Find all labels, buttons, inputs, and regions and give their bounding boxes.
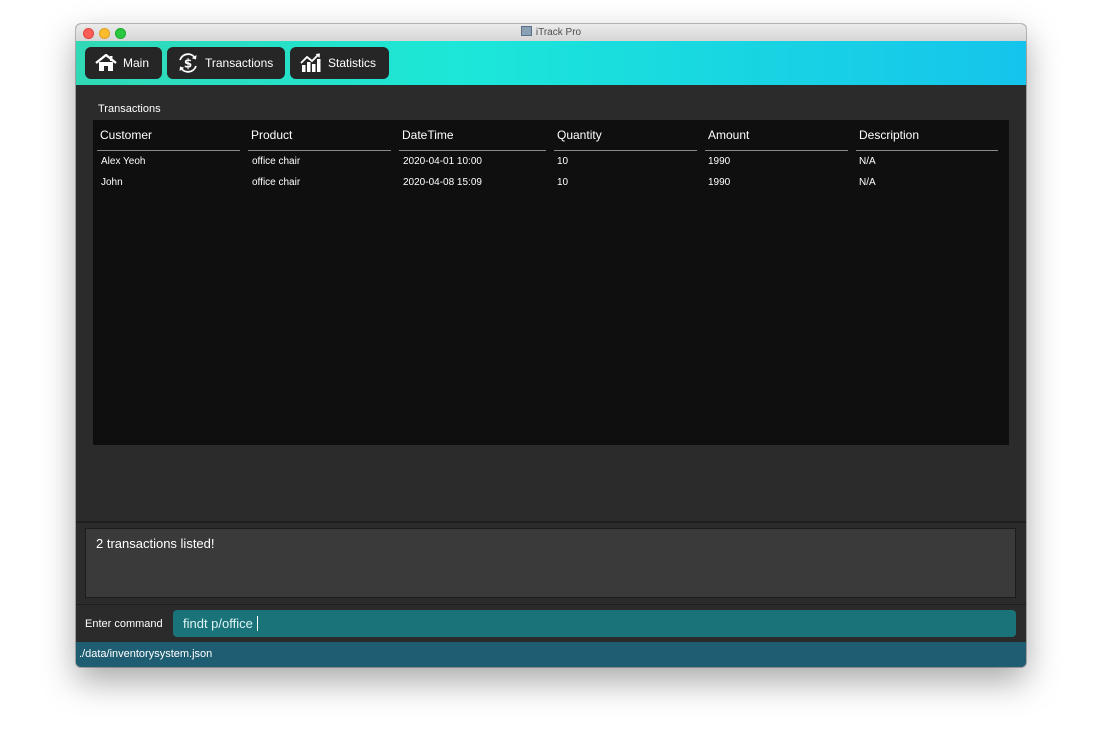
tab-main[interactable]: Main [85,47,162,79]
bar-chart-icon [300,53,321,72]
window-title: iTrack Pro [76,26,1026,39]
cell-description: N/A [859,156,876,167]
home-icon [95,54,117,71]
column-header-description[interactable]: Description [856,128,998,151]
cell-quantity: 10 [557,156,569,167]
command-bar: Enter command [76,604,1026,643]
panel-divider[interactable] [76,521,1026,523]
result-display: 2 transactions listed! [85,528,1016,598]
cell-amount: 1990 [708,156,731,167]
status-bar: ./data/inventorysystem.json [76,642,1026,667]
cell-datetime: 2020-04-01 10:00 [403,156,482,167]
cell-customer: John [101,177,123,188]
result-message: 2 transactions listed! [96,536,215,551]
column-header-quantity[interactable]: Quantity [554,128,697,151]
column-header-datetime[interactable]: DateTime [399,128,546,151]
cell-amount: 1990 [708,177,731,188]
svg-text:$: $ [184,57,192,71]
tab-transactions-label: Transactions [205,56,274,70]
column-header-product[interactable]: Product [248,128,391,151]
cell-quantity: 10 [557,177,569,188]
cell-product: office chair [252,156,301,167]
text-caret [257,616,258,631]
tab-statistics[interactable]: Statistics [290,47,389,79]
cell-datetime: 2020-04-08 15:09 [403,177,482,188]
app-window: iTrack Pro Main $ Transactions Statistic… [76,24,1026,667]
dollar-cycle-icon: $ [179,53,197,73]
tab-transactions[interactable]: $ Transactions [167,47,285,79]
cell-customer: Alex Yeoh [101,156,146,167]
tab-statistics-label: Statistics [328,56,377,70]
command-input[interactable] [173,610,1016,637]
cell-description: N/A [859,177,876,188]
column-header-customer[interactable]: Customer [97,128,240,151]
column-header-amount[interactable]: Amount [705,128,848,151]
window-title-text: iTrack Pro [535,27,582,38]
main-panel: Transactions Customer Product DateTime Q… [76,85,1026,521]
tab-toolbar: Main $ Transactions Statistics [76,41,1026,85]
cell-product: office chair [252,177,301,188]
command-label: Enter command [85,618,163,630]
section-title: Transactions [98,103,161,115]
title-bar: iTrack Pro [76,24,1026,42]
data-file-path: ./data/inventorysystem.json [79,648,213,660]
transactions-table[interactable]: Customer Product DateTime Quantity Amoun… [93,120,1009,445]
tab-main-label: Main [123,56,150,70]
app-icon [520,26,532,36]
